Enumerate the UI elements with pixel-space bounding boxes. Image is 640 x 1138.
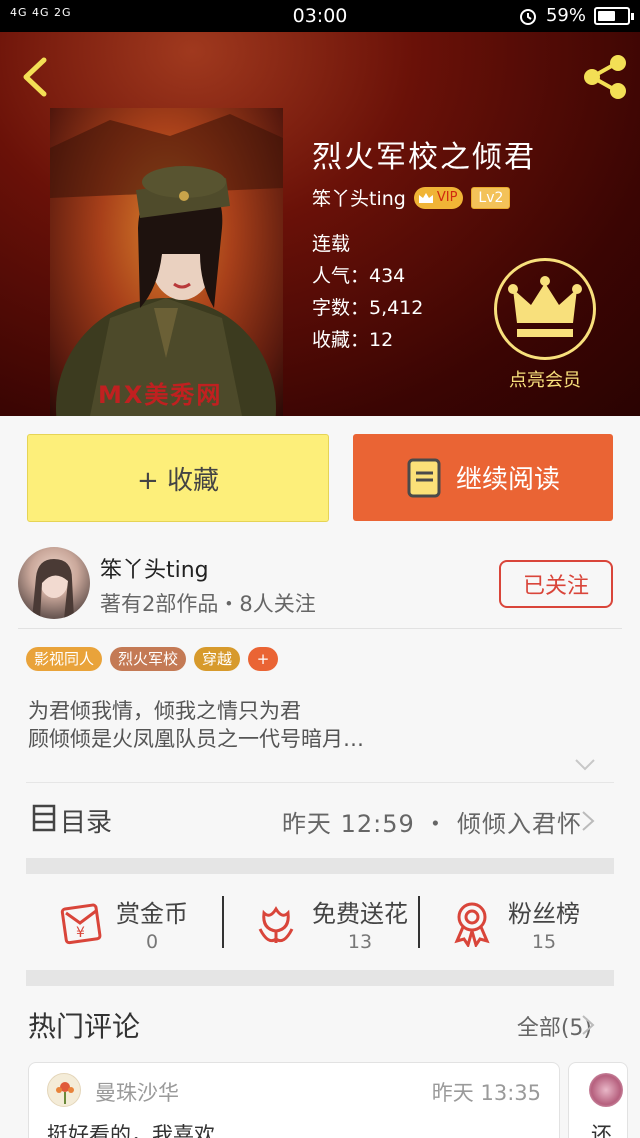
book-word-count: 字数：5,412 xyxy=(312,297,424,319)
commenter-avatar[interactable] xyxy=(47,1073,81,1107)
comment-card[interactable]: 曼珠沙华 昨天 13:35 挺好看的，我喜欢 xyxy=(28,1062,560,1138)
chevron-right-icon xyxy=(582,811,595,831)
section-band xyxy=(26,970,614,986)
vip-badge-label: VIP xyxy=(436,190,458,205)
status-right: 59% xyxy=(518,5,634,26)
reward-text: 粉丝榜 15 xyxy=(508,894,580,953)
flower-avatar-icon xyxy=(56,1082,74,1104)
alarm-icon xyxy=(519,8,536,25)
reward-label: 赏金币 xyxy=(116,899,188,928)
continue-reading-button[interactable]: 继续阅读 xyxy=(353,434,613,521)
catalog-row[interactable]: 目录 昨天 12:59 ・ 倾倾入君怀 xyxy=(0,784,640,856)
send-flower-button[interactable]: 免费送花 13 xyxy=(222,874,418,972)
comment-text: 还 xyxy=(591,1123,612,1138)
level-badge: Lv2 xyxy=(471,186,511,209)
divider xyxy=(18,628,622,629)
vip-badge: VIP xyxy=(413,186,464,209)
book-detail-page: 4G 4G 2G 03:00 59% MX美秀网 烈火军校之倾君 笨丫头ting… xyxy=(0,0,640,1138)
book-author-line: 笨丫头ting VIP Lv2 xyxy=(312,184,511,211)
tag-item[interactable]: 穿越 xyxy=(194,647,241,671)
reward-count: 0 xyxy=(145,930,159,953)
tag-list: 影视同人 烈火军校 穿越 + xyxy=(26,647,279,671)
section-band xyxy=(26,858,614,874)
continue-reading-label: 继续阅读 xyxy=(455,465,560,495)
book-title: 烈火军校之倾君 xyxy=(312,140,536,175)
cover-watermark: MX美秀网 xyxy=(98,381,223,409)
book-popularity: 人气：434 xyxy=(312,265,406,287)
cover-illustration xyxy=(50,114,283,416)
chevron-right-icon[interactable] xyxy=(580,1014,596,1036)
book-stats: 连载 人气：434 字数：5,412 收藏：12 xyxy=(312,228,423,356)
follow-button[interactable]: 已关注 xyxy=(499,560,613,608)
comment-text: 挺好看的，我喜欢 xyxy=(47,1123,215,1138)
fan-ranking-button[interactable]: 粉丝榜 15 xyxy=(418,874,614,972)
reward-text: 免费送花 13 xyxy=(312,894,408,953)
catalog-label: 目录 xyxy=(60,808,113,838)
author-name[interactable]: 笨丫头ting xyxy=(100,552,209,584)
chevron-down-icon[interactable] xyxy=(574,758,596,772)
book-icon xyxy=(407,458,441,497)
book-summary[interactable]: 为君倾我情，倾我之情只为君 顾倾倾是火凤凰队员之一代号暗月… xyxy=(28,697,364,753)
author-avatar[interactable] xyxy=(18,547,90,619)
reward-count: 13 xyxy=(347,930,373,953)
flower-icon xyxy=(258,906,294,943)
svg-text:¥: ¥ xyxy=(76,925,85,941)
reward-text: 赏金币 0 xyxy=(116,894,188,953)
divider xyxy=(26,782,614,783)
tag-item[interactable]: 烈火军校 xyxy=(110,647,187,671)
book-status: 连载 xyxy=(312,233,351,255)
catalog-icon xyxy=(32,804,56,832)
add-tag-button[interactable]: + xyxy=(248,647,279,671)
author-section: 笨丫头ting 著有2部作品・8人关注 已关注 xyxy=(0,540,640,628)
share-icon[interactable] xyxy=(580,52,630,102)
comment-time: 昨天 13:35 xyxy=(431,1081,541,1105)
reward-count: 15 xyxy=(531,930,557,953)
tag-item[interactable]: 影视同人 xyxy=(26,647,103,671)
crown-icon xyxy=(508,276,582,337)
commenter-avatar[interactable] xyxy=(589,1073,623,1107)
reward-label: 免费送花 xyxy=(312,899,408,928)
favorite-button-label: + 收藏 xyxy=(136,465,220,496)
back-arrow-icon[interactable] xyxy=(18,56,52,98)
hot-comments-title: 热门评论 xyxy=(28,1010,141,1043)
avatar-illustration xyxy=(32,559,74,619)
rewards-row: ¥ 赏金币 0 免费送花 13 粉丝榜 15 xyxy=(26,874,614,972)
reward-coins-button[interactable]: ¥ 赏金币 0 xyxy=(26,874,222,972)
book-author[interactable]: 笨丫头ting xyxy=(312,184,406,211)
medal-icon xyxy=(454,902,490,947)
status-bar: 4G 4G 2G 03:00 59% xyxy=(0,0,640,32)
book-favorites: 收藏：12 xyxy=(312,329,394,351)
member-label: 点亮会员 xyxy=(509,370,581,391)
reward-label: 粉丝榜 xyxy=(508,899,580,928)
summary-line: 顾倾倾是火凤凰队员之一代号暗月… xyxy=(28,727,364,751)
red-envelope-icon: ¥ xyxy=(60,903,102,945)
commenter-name[interactable]: 曼珠沙华 xyxy=(95,1077,179,1107)
member-button[interactable] xyxy=(494,258,596,360)
battery-icon xyxy=(594,6,634,25)
favorite-button[interactable]: + 收藏 xyxy=(27,434,329,522)
comment-card[interactable]: 还 xyxy=(568,1062,628,1138)
book-cover[interactable]: MX美秀网 xyxy=(50,108,283,416)
summary-line: 为君倾我情，倾我之情只为君 xyxy=(28,699,301,723)
battery-fill xyxy=(598,10,615,21)
author-meta: 著有2部作品・8人关注 xyxy=(100,592,316,616)
battery-percent: 59% xyxy=(545,5,586,26)
latest-chapter: 昨天 12:59 ・ 倾倾入君怀 xyxy=(281,810,582,838)
crown-icon xyxy=(418,192,433,203)
